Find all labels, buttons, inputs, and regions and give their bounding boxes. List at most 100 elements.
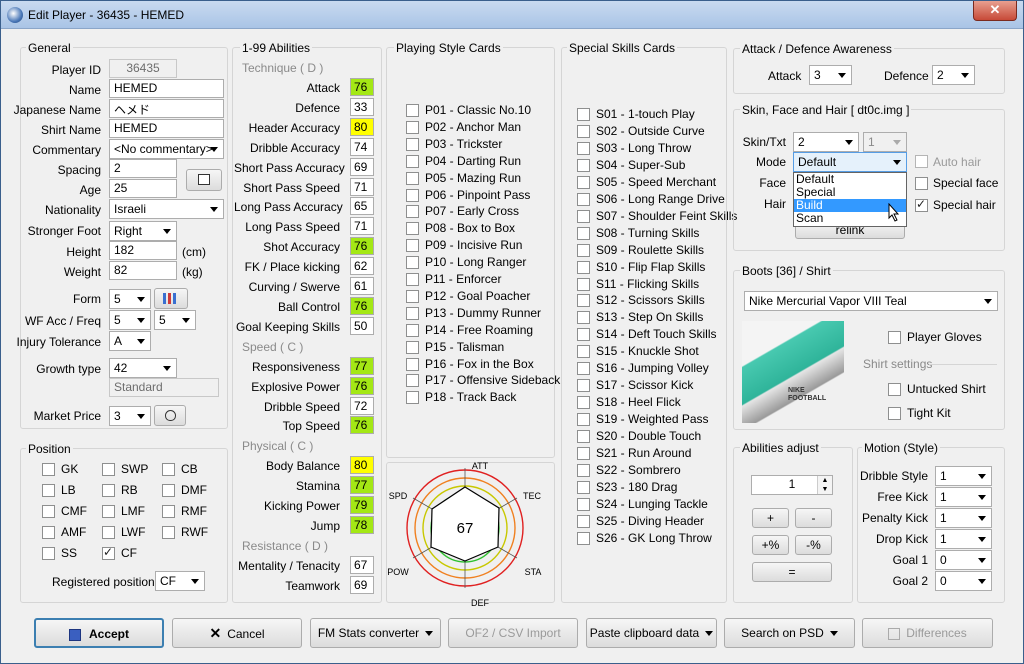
tight-kit-checkbox[interactable] xyxy=(888,407,901,420)
ability-value-field[interactable]: 77 xyxy=(350,476,374,495)
special-skill-checkbox[interactable] xyxy=(577,175,590,189)
adjust-plus-percent-button[interactable]: +% xyxy=(752,535,789,555)
special-skill-checkbox[interactable] xyxy=(577,345,590,359)
special-skill-checkbox[interactable] xyxy=(577,514,590,528)
shirt-name-field[interactable]: HEMED xyxy=(109,119,224,138)
playing-style-checkbox[interactable] xyxy=(406,256,419,270)
special-skill-checkbox[interactable] xyxy=(577,243,590,257)
ability-value-field[interactable]: 71 xyxy=(350,217,374,236)
attack-awareness-select[interactable]: 3 xyxy=(809,65,852,85)
ability-value-field[interactable]: 69 xyxy=(350,157,374,176)
ability-value-field[interactable]: 76 xyxy=(350,237,374,256)
ability-value-field[interactable]: 74 xyxy=(350,137,374,156)
adjust-minus-percent-button[interactable]: -% xyxy=(795,535,832,555)
commentary-select[interactable]: <No commentary> xyxy=(109,139,224,159)
ability-value-field[interactable]: 80 xyxy=(350,456,374,475)
position-checkbox-dmf[interactable] xyxy=(162,484,175,497)
playing-style-checkbox[interactable] xyxy=(406,273,419,286)
position-checkbox-rmf[interactable] xyxy=(162,505,175,518)
position-checkbox-cmf[interactable] xyxy=(42,505,55,518)
position-checkbox-rb[interactable] xyxy=(102,484,115,497)
special-skill-checkbox[interactable] xyxy=(577,497,590,511)
playing-style-checkbox[interactable] xyxy=(406,171,419,185)
special-face-checkbox[interactable] xyxy=(915,177,928,190)
ability-value-field[interactable]: 77 xyxy=(350,356,374,375)
position-checkbox-lmf[interactable] xyxy=(102,505,115,518)
special-skill-checkbox[interactable] xyxy=(577,311,590,325)
special-skill-checkbox[interactable] xyxy=(577,413,590,427)
stronger-foot-select[interactable]: Right xyxy=(109,221,177,241)
playing-style-checkbox[interactable] xyxy=(406,120,419,134)
wf-accuracy-select[interactable]: 5 xyxy=(109,310,151,330)
playing-style-checkbox[interactable] xyxy=(406,289,419,303)
skin-select[interactable]: 2 xyxy=(793,132,859,152)
accept-button[interactable]: Accept xyxy=(34,618,164,648)
position-checkbox-lb[interactable] xyxy=(42,484,55,497)
injury-select[interactable]: A xyxy=(109,331,151,351)
adjust-spinner[interactable]: ▲ ▼ xyxy=(817,476,832,494)
special-skill-checkbox[interactable] xyxy=(577,328,590,342)
playing-style-checkbox[interactable] xyxy=(406,323,419,337)
position-checkbox-cb[interactable] xyxy=(162,463,175,476)
market-price-select[interactable]: 3 xyxy=(109,406,151,426)
playing-style-checkbox[interactable] xyxy=(406,205,419,219)
adjust-equals-button[interactable]: = xyxy=(752,562,832,582)
special-skill-checkbox[interactable] xyxy=(577,209,590,223)
search-psd-button[interactable]: Search on PSD xyxy=(724,618,855,648)
age-calc-button[interactable] xyxy=(186,169,222,191)
paste-clipboard-button[interactable]: Paste clipboard data xyxy=(586,618,717,648)
ability-value-field[interactable]: 78 xyxy=(350,516,374,534)
form-chart-button[interactable] xyxy=(154,288,188,309)
position-checkbox-ss[interactable] xyxy=(42,547,55,560)
playing-style-checkbox[interactable] xyxy=(406,104,419,117)
motion-select[interactable]: 1 xyxy=(935,529,992,549)
position-checkbox-amf[interactable] xyxy=(42,526,55,539)
ability-value-field[interactable]: 33 xyxy=(350,97,374,116)
adjust-plus-button[interactable]: + xyxy=(752,508,789,528)
playing-style-checkbox[interactable] xyxy=(406,137,419,151)
ability-value-field[interactable]: 71 xyxy=(350,177,374,196)
growth-select[interactable]: 42 xyxy=(109,358,177,378)
motion-select[interactable]: 1 xyxy=(935,466,992,486)
special-skill-checkbox[interactable] xyxy=(577,192,590,206)
playing-style-checkbox[interactable] xyxy=(406,340,419,354)
player-gloves-checkbox[interactable] xyxy=(888,331,901,344)
ability-value-field[interactable]: 76 xyxy=(350,416,374,435)
special-skill-checkbox[interactable] xyxy=(577,294,590,308)
motion-select[interactable]: 0 xyxy=(935,571,992,591)
ability-value-field[interactable]: 72 xyxy=(350,396,374,415)
special-skill-checkbox[interactable] xyxy=(577,124,590,138)
spacing-field[interactable]: 2 xyxy=(109,159,177,178)
ability-value-field[interactable]: 80 xyxy=(350,117,374,136)
special-skill-checkbox[interactable] xyxy=(577,277,590,291)
special-skill-checkbox[interactable] xyxy=(577,396,590,410)
special-skill-checkbox[interactable] xyxy=(577,447,590,460)
special-skill-checkbox[interactable] xyxy=(577,379,590,393)
ability-value-field[interactable]: 62 xyxy=(350,257,374,276)
motion-select[interactable]: 1 xyxy=(935,508,992,528)
special-skill-checkbox[interactable] xyxy=(577,108,590,121)
playing-style-checkbox[interactable] xyxy=(406,357,419,371)
ability-value-field[interactable]: 76 xyxy=(350,296,374,315)
position-checkbox-cf[interactable] xyxy=(102,545,115,560)
position-checkbox-gk[interactable] xyxy=(42,463,55,476)
ability-value-field[interactable]: 76 xyxy=(350,78,374,96)
playing-style-checkbox[interactable] xyxy=(406,391,419,405)
position-checkbox-swp[interactable] xyxy=(102,463,115,476)
playing-style-checkbox[interactable] xyxy=(406,374,419,388)
mode-select[interactable]: Default xyxy=(793,152,907,172)
close-button[interactable]: ✕ xyxy=(973,1,1017,21)
untucked-shirt-checkbox[interactable] xyxy=(888,383,901,396)
wf-frequency-select[interactable]: 5 xyxy=(154,310,196,330)
cancel-button[interactable]: ✕ Cancel xyxy=(172,618,302,648)
playing-style-checkbox[interactable] xyxy=(406,306,419,320)
age-field[interactable]: 25 xyxy=(109,179,177,198)
japanese-name-field[interactable]: ヘメド xyxy=(109,99,224,118)
height-field[interactable]: 182 xyxy=(109,241,177,260)
weight-field[interactable]: 82 xyxy=(109,261,177,280)
playing-style-checkbox[interactable] xyxy=(406,154,419,168)
registered-position-select[interactable]: CF xyxy=(155,571,205,591)
position-checkbox-rwf[interactable] xyxy=(162,526,175,539)
special-skill-checkbox[interactable] xyxy=(577,531,590,545)
motion-select[interactable]: 0 xyxy=(935,550,992,570)
